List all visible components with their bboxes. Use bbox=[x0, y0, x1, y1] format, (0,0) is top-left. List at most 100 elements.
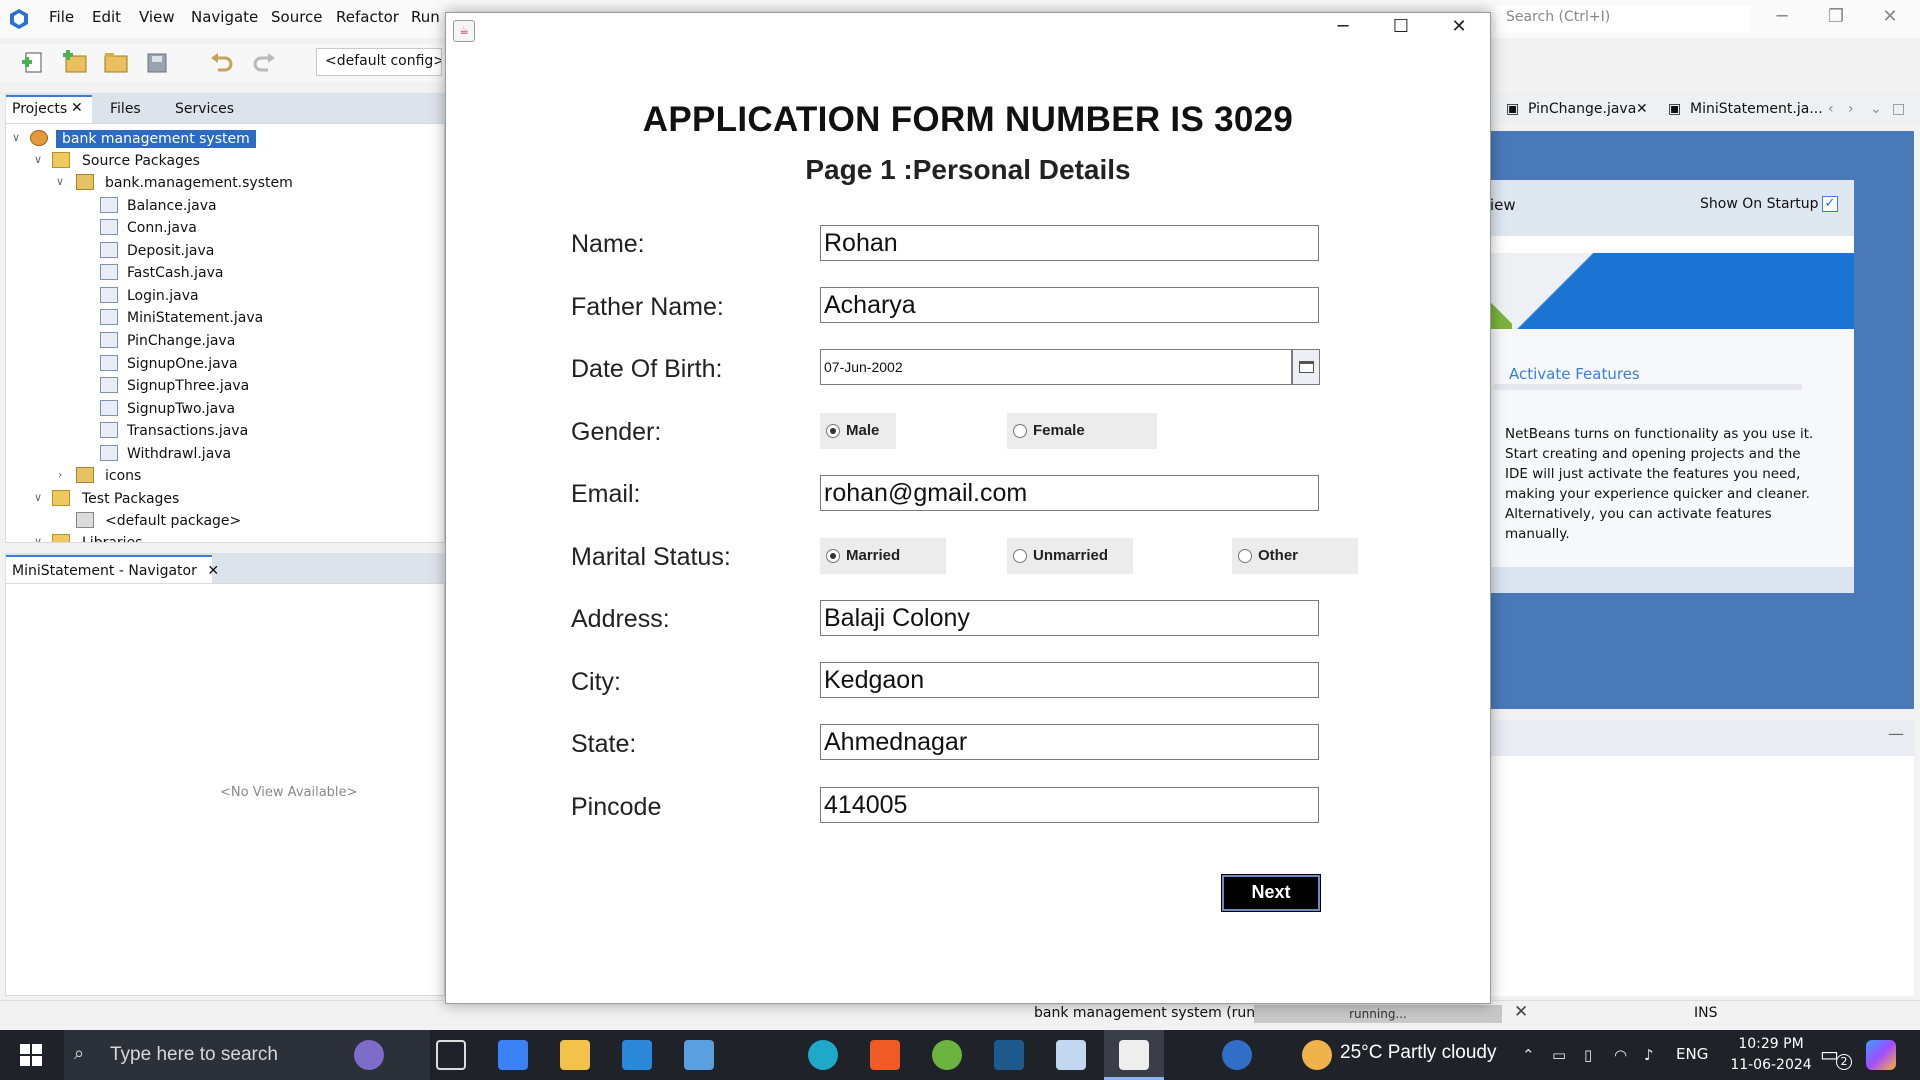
tab-services[interactable]: Services bbox=[175, 101, 234, 117]
tree-file[interactable]: Conn.java bbox=[6, 217, 444, 239]
window-minimize-icon[interactable]: ─ bbox=[1320, 16, 1366, 44]
tree-file[interactable]: MiniStatement.java bbox=[6, 307, 444, 329]
tab-close-icon[interactable]: ✕ bbox=[1636, 101, 1648, 117]
tree-libraries[interactable]: ∨ Libraries bbox=[6, 532, 444, 542]
tree-file[interactable]: PinChange.java bbox=[6, 330, 444, 352]
show-hidden-icons-icon[interactable]: ⌃ bbox=[1522, 1046, 1535, 1064]
new-project-icon[interactable] bbox=[61, 50, 89, 76]
tree-file[interactable]: Login.java bbox=[6, 285, 444, 307]
tree-default-package[interactable]: <default package> bbox=[6, 510, 444, 532]
cancel-process-icon[interactable]: ✕ bbox=[1514, 1002, 1528, 1022]
menu-file[interactable]: File bbox=[49, 8, 74, 26]
java-app-taskbar-icon[interactable] bbox=[1119, 1040, 1149, 1070]
tree-package[interactable]: ∨ bank.management.system bbox=[6, 172, 444, 194]
state-field[interactable] bbox=[820, 724, 1319, 760]
language-indicator[interactable]: ENG bbox=[1676, 1045, 1708, 1063]
tree-icons-package[interactable]: › icons bbox=[6, 465, 444, 487]
ide-restore-icon[interactable]: ❐ bbox=[1816, 6, 1856, 32]
pincode-field[interactable] bbox=[820, 787, 1319, 823]
tree-file[interactable]: Transactions.java bbox=[6, 420, 444, 442]
window-maximize-icon[interactable]: ☐ bbox=[1378, 16, 1424, 44]
battery-icon[interactable]: ▭ bbox=[1552, 1046, 1566, 1064]
mail-icon[interactable] bbox=[622, 1040, 652, 1070]
java-file-icon bbox=[100, 355, 118, 371]
show-on-startup-checkbox[interactable]: ✓ bbox=[1822, 196, 1838, 212]
help-icon[interactable] bbox=[1222, 1040, 1252, 1070]
undo-icon[interactable] bbox=[208, 50, 236, 76]
tree-file[interactable]: Deposit.java bbox=[6, 240, 444, 262]
menu-refactor[interactable]: Refactor bbox=[336, 8, 399, 26]
window-close-icon[interactable]: ✕ bbox=[1436, 16, 1482, 44]
next-button[interactable]: Next bbox=[1221, 874, 1321, 912]
editor-tab-ministatement[interactable]: MiniStatement.ja... bbox=[1690, 101, 1823, 117]
activate-features-link[interactable]: Activate Features bbox=[1509, 365, 1640, 383]
start-page-tab-partial[interactable]: iew bbox=[1490, 196, 1516, 214]
task-view-icon[interactable] bbox=[436, 1040, 466, 1070]
taskbar-search-placeholder[interactable]: Type here to search bbox=[110, 1044, 278, 1066]
menu-source[interactable]: Source bbox=[271, 8, 323, 26]
device-icon[interactable]: ▯ bbox=[1584, 1046, 1592, 1064]
address-field[interactable] bbox=[820, 600, 1319, 636]
redo-icon[interactable] bbox=[250, 50, 278, 76]
config-select[interactable]: <default config> bbox=[316, 48, 442, 76]
tree-file[interactable]: FastCash.java bbox=[6, 262, 444, 284]
new-file-icon[interactable] bbox=[20, 50, 48, 76]
gender-female-radio[interactable]: Female bbox=[1007, 413, 1157, 449]
tab-close-icon[interactable]: ✕ bbox=[71, 100, 83, 116]
tab-projects-label[interactable]: Projects bbox=[12, 101, 67, 117]
marital-other-radio[interactable]: Other bbox=[1232, 538, 1358, 574]
tab-list-icon[interactable]: ⌄ bbox=[1870, 101, 1882, 117]
edge-browser-icon[interactable] bbox=[808, 1040, 838, 1070]
clock-widget-icon[interactable] bbox=[354, 1040, 384, 1070]
maximize-icon[interactable]: □ bbox=[1892, 101, 1905, 117]
notification-center[interactable]: ▭ 2 bbox=[1820, 1042, 1852, 1070]
brave-browser-icon[interactable] bbox=[870, 1040, 900, 1070]
gender-male-radio[interactable]: Male bbox=[820, 413, 896, 449]
spring-tool-icon[interactable] bbox=[932, 1040, 962, 1070]
save-all-icon[interactable] bbox=[144, 50, 172, 76]
marital-unmarried-radio[interactable]: Unmarried bbox=[1007, 538, 1133, 574]
name-field[interactable] bbox=[820, 225, 1319, 261]
tab-navigator[interactable]: MiniStatement - Navigator ✕ bbox=[6, 555, 219, 583]
tab-scroll-left-icon[interactable]: ‹ bbox=[1828, 101, 1834, 117]
minimize-icon[interactable]: — bbox=[1888, 724, 1904, 743]
tab-files[interactable]: Files bbox=[110, 101, 141, 117]
copilot-icon[interactable] bbox=[1866, 1040, 1896, 1070]
menu-edit[interactable]: Edit bbox=[92, 8, 121, 26]
editor-tab-pinchange[interactable]: PinChange.java bbox=[1528, 101, 1636, 117]
tree-file[interactable]: SignupOne.java bbox=[6, 353, 444, 375]
tree-file[interactable]: Withdrawl.java bbox=[6, 443, 444, 465]
tree-source-packages[interactable]: ∨ Source Packages bbox=[6, 150, 444, 172]
tree-file[interactable]: SignupTwo.java bbox=[6, 398, 444, 420]
tree-project-label[interactable]: bank management system bbox=[56, 130, 256, 148]
marital-married-radio[interactable]: Married bbox=[820, 538, 946, 574]
menu-run[interactable]: Run bbox=[411, 8, 440, 26]
tab-scroll-right-icon[interactable]: › bbox=[1848, 101, 1854, 117]
city-field[interactable] bbox=[820, 662, 1319, 698]
tab-close-icon[interactable]: ✕ bbox=[207, 563, 219, 579]
ide-search-input[interactable]: Search (Ctrl+I) bbox=[1496, 6, 1750, 32]
tree-file[interactable]: Balance.java bbox=[6, 195, 444, 217]
menu-view[interactable]: View bbox=[139, 8, 175, 26]
netbeans-taskbar-icon[interactable] bbox=[1056, 1040, 1086, 1070]
ide-minimize-icon[interactable]: ─ bbox=[1762, 6, 1802, 32]
father-name-field[interactable] bbox=[820, 287, 1319, 323]
wifi-icon[interactable]: ◠ bbox=[1614, 1046, 1627, 1064]
volume-icon[interactable]: ♪ bbox=[1644, 1046, 1654, 1064]
tree-project[interactable]: ∨ bank management system bbox=[6, 128, 444, 150]
dob-field[interactable] bbox=[820, 349, 1292, 385]
tree-file[interactable]: SignupThree.java bbox=[6, 375, 444, 397]
mysql-workbench-icon[interactable] bbox=[994, 1040, 1024, 1070]
menu-navigate[interactable]: Navigate bbox=[191, 8, 258, 26]
weather-text[interactable]: 25°C Partly cloudy bbox=[1340, 1042, 1497, 1064]
file-explorer-icon[interactable] bbox=[560, 1040, 590, 1070]
email-field[interactable] bbox=[820, 475, 1319, 511]
ide-close-icon[interactable]: ✕ bbox=[1870, 6, 1910, 32]
calendar-button[interactable] bbox=[1292, 349, 1320, 385]
windows-start-icon[interactable] bbox=[20, 1044, 42, 1066]
microsoft-store-icon[interactable] bbox=[498, 1040, 528, 1070]
tree-test-packages[interactable]: ∨ Test Packages bbox=[6, 488, 444, 510]
open-project-icon[interactable] bbox=[102, 50, 130, 76]
clock[interactable]: 10:29 PM 11-06-2024 bbox=[1726, 1034, 1816, 1076]
virtualbox-icon[interactable] bbox=[684, 1040, 714, 1070]
